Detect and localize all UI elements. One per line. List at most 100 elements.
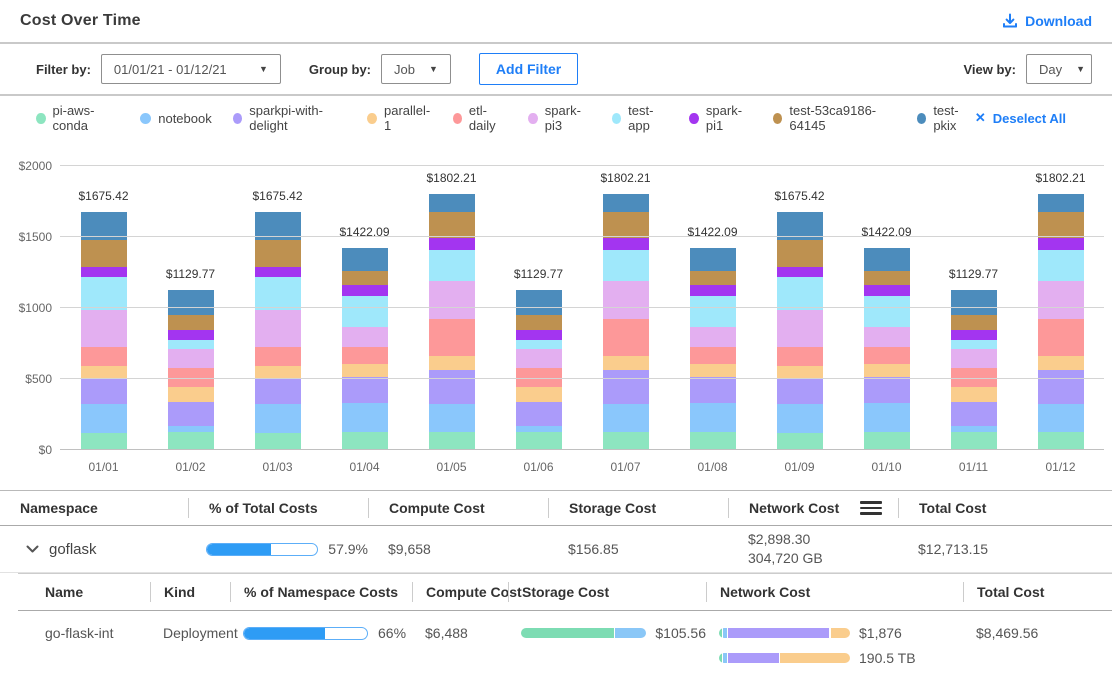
bar-segment-spark-pi3[interactable] <box>342 327 388 347</box>
bar-segment-pi-aws-conda[interactable] <box>864 432 910 450</box>
bar-segment-test-app[interactable] <box>342 296 388 327</box>
bar-segment-etl-daily[interactable] <box>81 347 127 366</box>
bar-segment-spark-pi1[interactable] <box>690 285 736 296</box>
bar-segment-etl-daily[interactable] <box>864 347 910 364</box>
column-menu-icon[interactable] <box>858 499 884 517</box>
bar-segment-etl-daily[interactable] <box>690 347 736 364</box>
bar-segment-notebook[interactable] <box>864 403 910 431</box>
legend-item-test-app[interactable]: test-app <box>612 103 669 133</box>
bar-segment-notebook[interactable] <box>1038 404 1084 432</box>
bar-segment-etl-daily[interactable] <box>603 319 649 355</box>
bar-segment-test-app[interactable] <box>1038 250 1084 281</box>
legend-item-spark-pi3[interactable]: spark-pi3 <box>528 103 590 133</box>
legend-item-pi-aws-conda[interactable]: pi-aws-conda <box>36 103 119 133</box>
bar-segment-test-53ca9186-64145[interactable] <box>168 315 214 330</box>
bar-segment-etl-daily[interactable] <box>255 347 301 366</box>
bar-segment-notebook[interactable] <box>255 404 301 432</box>
bar-segment-sparkpi-with-delight[interactable] <box>1038 370 1084 404</box>
bar-segment-test-pkix[interactable] <box>342 248 388 271</box>
bar-segment-test-app[interactable] <box>777 277 823 310</box>
bar-segment-spark-pi1[interactable] <box>342 285 388 296</box>
stacked-bar-01/02[interactable] <box>168 290 214 450</box>
stacked-bar-01/01[interactable] <box>81 212 127 450</box>
bar-segment-test-app[interactable] <box>864 296 910 327</box>
bar-segment-etl-daily[interactable] <box>1038 319 1084 355</box>
legend-item-notebook[interactable]: notebook <box>140 111 212 126</box>
bar-segment-parallel-1[interactable] <box>1038 356 1084 370</box>
bar-segment-test-pkix[interactable] <box>168 290 214 316</box>
bar-segment-spark-pi3[interactable] <box>777 310 823 347</box>
bar-segment-parallel-1[interactable] <box>429 356 475 370</box>
bar-segment-test-53ca9186-64145[interactable] <box>81 240 127 267</box>
bar-segment-spark-pi3[interactable] <box>255 310 301 347</box>
bar-segment-test-pkix[interactable] <box>429 194 475 211</box>
bar-segment-sparkpi-with-delight[interactable] <box>81 379 127 404</box>
chevron-down-icon[interactable] <box>26 545 39 554</box>
bar-segment-sparkpi-with-delight[interactable] <box>603 370 649 404</box>
bar-segment-sparkpi-with-delight[interactable] <box>516 402 562 426</box>
bar-segment-test-app[interactable] <box>516 340 562 349</box>
bar-segment-spark-pi3[interactable] <box>1038 281 1084 319</box>
bar-segment-test-53ca9186-64145[interactable] <box>516 315 562 330</box>
stacked-bar-01/05[interactable] <box>429 194 475 450</box>
bar-segment-pi-aws-conda[interactable] <box>81 433 127 450</box>
date-range-select[interactable]: 01/01/21 - 01/12/21 ▼ <box>101 54 281 84</box>
legend-item-test-53ca9186-64145[interactable]: test-53ca9186-64145 <box>773 103 896 133</box>
bar-segment-notebook[interactable] <box>777 404 823 432</box>
stacked-bar-01/12[interactable] <box>1038 194 1084 450</box>
bar-segment-pi-aws-conda[interactable] <box>342 432 388 450</box>
stacked-bar-01/06[interactable] <box>516 290 562 450</box>
bar-segment-test-53ca9186-64145[interactable] <box>951 315 997 330</box>
legend-item-sparkpi-with-delight[interactable]: sparkpi-with-delight <box>233 103 347 133</box>
bar-segment-test-53ca9186-64145[interactable] <box>864 271 910 284</box>
bar-segment-parallel-1[interactable] <box>342 364 388 377</box>
bar-segment-notebook[interactable] <box>342 403 388 431</box>
bar-segment-test-53ca9186-64145[interactable] <box>429 212 475 239</box>
bar-segment-parallel-1[interactable] <box>864 364 910 377</box>
bar-segment-spark-pi1[interactable] <box>864 285 910 296</box>
legend-item-parallel-1[interactable]: parallel-1 <box>367 103 431 133</box>
bar-segment-test-53ca9186-64145[interactable] <box>690 271 736 284</box>
bar-segment-pi-aws-conda[interactable] <box>951 432 997 450</box>
bar-segment-spark-pi1[interactable] <box>1038 238 1084 249</box>
download-button[interactable]: Download <box>1002 13 1092 29</box>
bar-segment-spark-pi3[interactable] <box>429 281 475 319</box>
bar-segment-spark-pi1[interactable] <box>168 330 214 340</box>
bar-segment-pi-aws-conda[interactable] <box>777 433 823 450</box>
bar-segment-pi-aws-conda[interactable] <box>168 432 214 450</box>
bar-segment-sparkpi-with-delight[interactable] <box>429 370 475 404</box>
stacked-bar-01/09[interactable] <box>777 212 823 450</box>
bar-segment-spark-pi3[interactable] <box>951 349 997 368</box>
bar-segment-spark-pi3[interactable] <box>864 327 910 347</box>
legend-item-test-pkix[interactable]: test-pkix <box>917 103 975 133</box>
bar-segment-notebook[interactable] <box>429 404 475 432</box>
bar-segment-sparkpi-with-delight[interactable] <box>342 377 388 403</box>
bar-segment-etl-daily[interactable] <box>777 347 823 366</box>
bar-segment-test-pkix[interactable] <box>1038 194 1084 211</box>
bar-segment-spark-pi3[interactable] <box>690 327 736 347</box>
bar-segment-spark-pi1[interactable] <box>81 267 127 277</box>
bar-segment-spark-pi1[interactable] <box>255 267 301 277</box>
bar-segment-parallel-1[interactable] <box>690 364 736 377</box>
bar-segment-notebook[interactable] <box>690 403 736 431</box>
bar-segment-pi-aws-conda[interactable] <box>255 433 301 450</box>
bar-segment-test-app[interactable] <box>690 296 736 327</box>
bar-segment-notebook[interactable] <box>603 404 649 432</box>
bar-segment-test-app[interactable] <box>81 277 127 310</box>
bar-segment-test-pkix[interactable] <box>951 290 997 316</box>
bar-segment-test-53ca9186-64145[interactable] <box>342 271 388 284</box>
bar-segment-spark-pi3[interactable] <box>516 349 562 368</box>
bar-segment-spark-pi1[interactable] <box>951 330 997 340</box>
bar-segment-spark-pi1[interactable] <box>429 238 475 249</box>
stacked-bar-01/10[interactable] <box>864 248 910 450</box>
bar-segment-pi-aws-conda[interactable] <box>603 432 649 450</box>
bar-segment-test-pkix[interactable] <box>516 290 562 316</box>
deselect-all-button[interactable]: ✕ Deselect All <box>975 110 1066 126</box>
bar-segment-pi-aws-conda[interactable] <box>516 432 562 450</box>
bar-segment-sparkpi-with-delight[interactable] <box>864 377 910 403</box>
bar-segment-pi-aws-conda[interactable] <box>1038 432 1084 450</box>
stacked-bar-01/03[interactable] <box>255 212 301 450</box>
bar-segment-spark-pi3[interactable] <box>168 349 214 368</box>
bar-segment-test-53ca9186-64145[interactable] <box>777 240 823 267</box>
bar-segment-test-app[interactable] <box>429 250 475 281</box>
